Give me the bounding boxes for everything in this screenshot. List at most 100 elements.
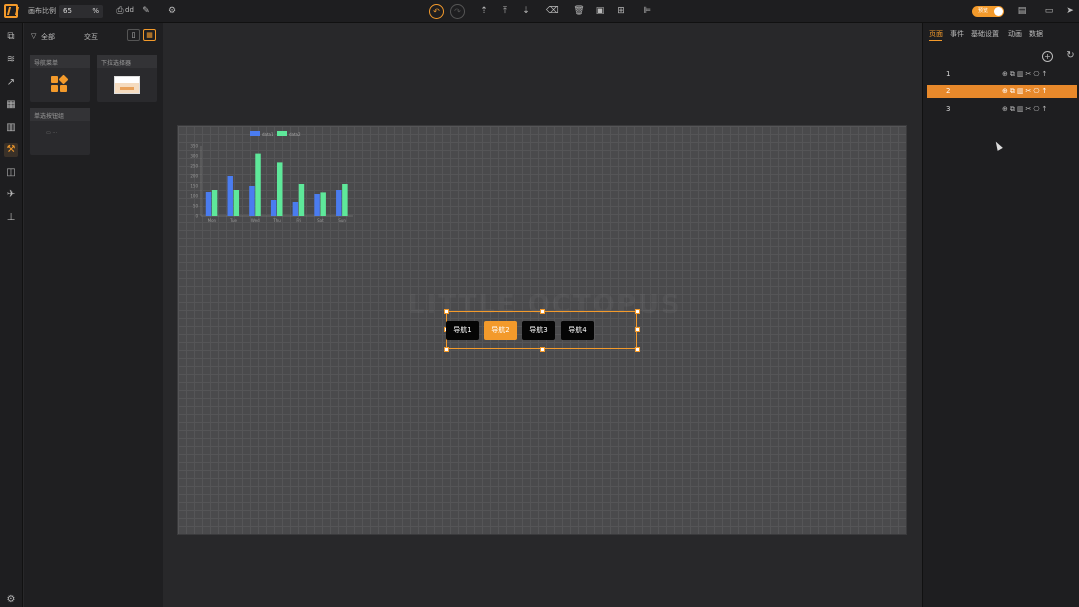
tab-animation[interactable]: 动画 <box>1008 29 1022 39</box>
component-card-dropdown[interactable]: 下拉选择器 <box>97 55 157 102</box>
scale-value: 65 <box>63 7 72 15</box>
move-down-icon[interactable]: ⇣ <box>520 5 532 17</box>
resize-handle-bc[interactable] <box>540 347 545 352</box>
card-title: 下拉选择器 <box>97 55 157 68</box>
redo-button[interactable]: ↷ <box>450 4 465 19</box>
preview-toggle[interactable]: 预览 <box>972 6 1004 17</box>
filter-icon: ▽ <box>31 32 37 40</box>
page-number: 2 <box>946 87 951 95</box>
resize-handle-bl[interactable] <box>444 347 449 352</box>
move-up-icon[interactable]: ⇡ <box>478 5 490 17</box>
grid-view-toggle[interactable]: ▦ <box>143 29 156 41</box>
tab-interaction[interactable]: 交互 <box>84 32 98 42</box>
plane-icon[interactable]: ✈ <box>4 188 18 202</box>
tab-data[interactable]: 数据 <box>1029 29 1043 39</box>
media-icon[interactable]: ▦ <box>4 98 18 112</box>
group-icon[interactable]: ▣ <box>594 5 606 17</box>
stamp-icon[interactable]: ⊥ <box>4 211 18 225</box>
app-logo <box>4 4 18 18</box>
resize-handle-tr[interactable] <box>635 309 640 314</box>
undo-button[interactable]: ↶ <box>429 4 444 19</box>
card-title: 导航菜单 <box>30 55 90 68</box>
resize-handle-br[interactable] <box>635 347 640 352</box>
radio-thumbnail: ▭ ··· <box>46 130 58 136</box>
refresh-icon[interactable]: ↻ <box>1065 51 1076 62</box>
settings-icon[interactable]: ⚙ <box>4 593 18 607</box>
layers-icon[interactable]: ≋ <box>4 53 18 67</box>
add-page-icon[interactable]: + <box>1042 51 1053 62</box>
bar-data2-Fri <box>298 184 305 216</box>
x-tick-label: Sun <box>338 218 346 223</box>
chart-icon[interactable]: ↗ <box>4 76 18 90</box>
move-top-icon[interactable]: ⤒ <box>499 5 511 17</box>
bar-data1-Fri <box>292 202 299 216</box>
page-row[interactable]: 3 ⊕⧉▥✂⎔↑ <box>927 103 1077 116</box>
nav-button-3[interactable]: 导航3 <box>522 321 555 340</box>
component-card-radio-group[interactable]: 单选按钮组 ▭ ··· <box>30 108 90 155</box>
list-view-toggle[interactable]: ▯ <box>127 29 140 41</box>
x-tick-label: Sat <box>317 218 324 223</box>
resize-handle-tc[interactable] <box>540 309 545 314</box>
top-toolbar: 画布比例 65 % ⎙ dd ✎ ⚙ ↶ ↷ ⇡ ⤒ ⇣ ⌫ 🗑 ▣ ⊞ ⊫ 预… <box>0 0 1079 23</box>
shapes-icon[interactable]: ◫ <box>4 166 18 180</box>
nav-menu-thumbnail <box>51 74 69 94</box>
page-number: 1 <box>946 70 951 78</box>
delete-icon[interactable]: 🗑 <box>573 5 585 17</box>
nav-button-2[interactable]: 导航2 <box>484 321 517 340</box>
bar-data2-Mon <box>211 190 218 216</box>
y-tick-label: 0 <box>195 214 198 219</box>
y-tick-label: 300 <box>190 154 198 159</box>
y-tick-label: 200 <box>190 174 198 179</box>
tab-pages[interactable]: 页面 <box>929 29 943 39</box>
resize-handle-tl[interactable] <box>444 309 449 314</box>
page-row[interactable]: 1 ⊕⧉▥✂⎔↑ <box>927 68 1077 81</box>
right-panel: 页面 事件 基础设置 动画 数据 + ↻ 1 ⊕⧉▥✂⎔↑ 2 ⊕⧉▥✂⎔↑ 3… <box>922 23 1079 607</box>
x-tick-label: Wed <box>251 218 260 223</box>
y-tick-label: 50 <box>193 204 199 209</box>
page-row-active[interactable]: 2 ⊕⧉▥✂⎔↑ <box>927 85 1077 98</box>
bar-data1-Sat <box>314 194 320 216</box>
x-tick-label: Mon <box>208 218 217 223</box>
scale-unit: % <box>92 7 99 15</box>
component-panel: ▽ 全部 交互 ▯ ▦ 导航菜单 下拉选择器 单选按钮组 ▭ ··· <box>24 23 163 607</box>
ungroup-icon[interactable]: ⊞ <box>615 5 627 17</box>
bar-data1-Thu <box>270 200 277 216</box>
active-tab-indicator <box>929 40 942 41</box>
page-actions[interactable]: ⊕⧉▥✂⎔↑ <box>1002 105 1049 114</box>
nav-button-4[interactable]: 导航4 <box>561 321 594 340</box>
page-actions[interactable]: ⊕⧉▥✂⎔↑ <box>1002 87 1049 96</box>
edit-icon[interactable]: ✎ <box>140 5 152 17</box>
page-actions[interactable]: ⊕⧉▥✂⎔↑ <box>1002 70 1049 79</box>
bar-chart[interactable]: data1 data2 0 50 100 150 200 250 300 350 Mon Tue Wed… <box>185 128 357 224</box>
align-icon[interactable]: ⊫ <box>641 5 653 17</box>
tab-all[interactable]: 全部 <box>41 32 55 42</box>
left-nav: ⧉ ≋ ↗ ▦ ▥ ⚒ ◫ ✈ ⊥ ⚙ <box>0 23 23 607</box>
legend-label: data1 <box>262 132 274 137</box>
preview-icon[interactable]: ▭ <box>1043 5 1055 17</box>
x-tick-label: Fri <box>296 218 301 223</box>
nav-button-1[interactable]: 导航1 <box>446 321 479 340</box>
clear-icon[interactable]: ⌫ <box>546 5 559 17</box>
y-tick-label: 350 <box>190 144 198 149</box>
gear-icon[interactable]: ⚙ <box>166 5 178 17</box>
x-tick-label: Thu <box>272 218 281 223</box>
tab-basic-settings[interactable]: 基础设置 <box>971 29 999 39</box>
bar-data2-Sun <box>342 184 348 216</box>
y-tick-label: 100 <box>190 194 198 199</box>
tab-events[interactable]: 事件 <box>950 29 964 39</box>
interaction-icon[interactable]: ⚒ <box>4 143 18 157</box>
resize-handle-mr[interactable] <box>635 327 640 332</box>
legend-swatch <box>250 131 260 136</box>
save-file-icon[interactable]: ▤ <box>1016 5 1028 17</box>
scale-input[interactable]: 65 % <box>59 5 103 18</box>
dropdown-thumbnail <box>114 76 140 94</box>
bar-data2-Tue <box>233 190 240 216</box>
table-icon[interactable]: ▥ <box>4 121 18 135</box>
bar-data2-Wed <box>255 153 261 216</box>
legend-swatch <box>277 131 287 136</box>
component-card-nav-menu[interactable]: 导航菜单 <box>30 55 90 102</box>
send-icon[interactable]: ➤ <box>1064 5 1076 17</box>
component-icon[interactable]: ⧉ <box>4 30 18 44</box>
bar-data1-Wed <box>249 186 255 216</box>
x-tick-label: Tue <box>229 218 237 223</box>
